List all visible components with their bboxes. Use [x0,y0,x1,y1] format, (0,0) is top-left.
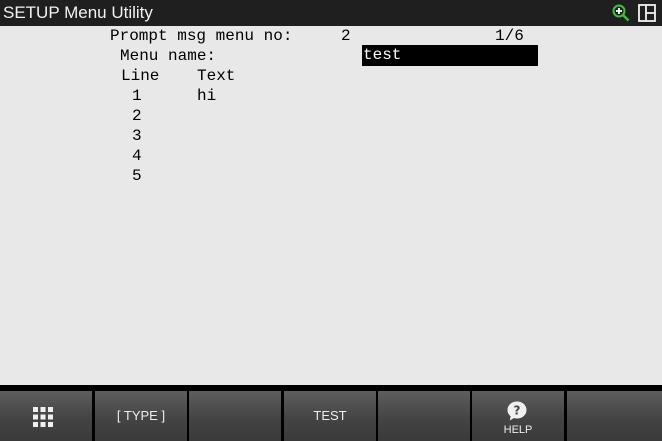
line-text[interactable]: hi [197,86,216,106]
menu-name-field[interactable]: test [362,45,538,66]
fkey-f4[interactable] [378,391,470,441]
fkey-f5[interactable] [567,391,662,441]
function-key-bar: [ TYPE ] TEST ? HELP [0,385,662,441]
prompt-msg-number[interactable]: 2 [341,26,351,46]
svg-text:?: ? [514,404,521,418]
split-window-icon[interactable] [638,4,656,22]
fkey-f1-label: [ TYPE ] [116,408,166,423]
prompt-msg-label: Prompt msg menu no: [110,27,293,45]
line-number: 5 [132,167,142,185]
fkey-menu[interactable] [0,391,92,441]
window-title: SETUP Menu Utility [3,3,153,22]
line-number: 2 [132,107,142,125]
fkey-f1[interactable]: [ TYPE ] [95,391,187,441]
fkey-f3-label: TEST [313,408,347,423]
column-header-text: Text [197,67,236,85]
help-icon: ? [507,401,527,421]
fkey-f3[interactable]: TEST [284,391,376,441]
line-number: 1 [132,87,142,105]
page-indicator: 1/6 [495,27,524,45]
title-bar: SETUP Menu Utility [0,0,662,26]
fkey-help[interactable]: ? HELP [472,391,564,441]
fkey-f2[interactable] [189,391,281,441]
line-number: 3 [132,127,142,145]
line-number: 4 [132,147,142,165]
column-header-line: Line [121,67,160,85]
zoom-in-icon[interactable] [612,4,630,22]
grid-menu-icon [33,407,53,427]
menu-name-label: Menu name: [120,47,217,65]
setup-screen: Prompt msg menu no: 2 1/6 Menu name: tes… [0,26,662,385]
fkey-help-label: HELP [503,424,533,436]
